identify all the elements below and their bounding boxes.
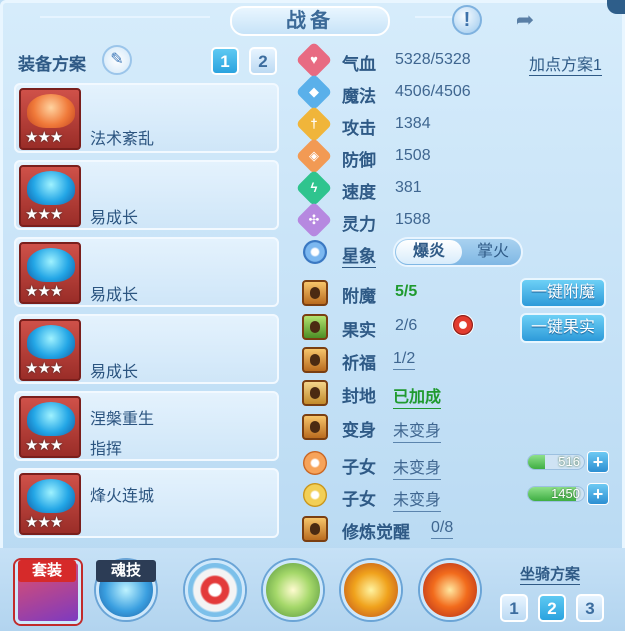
transform-icon bbox=[302, 414, 328, 440]
child-1-value[interactable]: 未变身 bbox=[393, 454, 442, 480]
share-icon[interactable]: ➦ bbox=[510, 5, 540, 35]
spirit-label: 灵力 bbox=[342, 215, 376, 234]
constellation-toggle[interactable]: 爆炎 掌火 bbox=[393, 237, 523, 267]
add-points-plan-link[interactable]: 加点方案1 bbox=[529, 51, 602, 76]
mp-value: 4506/4506 bbox=[395, 83, 471, 100]
equipment-slot-3[interactable]: ★★★ 易成长 bbox=[14, 237, 279, 307]
enchant-value: 5/5 bbox=[395, 283, 418, 300]
mount-plan-2-button[interactable]: 2 bbox=[538, 594, 566, 622]
transform-value[interactable]: 未变身 bbox=[393, 417, 442, 443]
constellation-label[interactable]: 星象 bbox=[342, 242, 376, 268]
equipment-special: 涅槃重生 bbox=[90, 411, 155, 428]
armor-icon: ★★★ bbox=[19, 319, 81, 381]
window-title: 战备 bbox=[230, 6, 390, 36]
equipment-effect: 易成长 bbox=[90, 210, 139, 227]
fief-icon bbox=[302, 380, 328, 406]
set-label: 套装 bbox=[18, 560, 76, 582]
child-2-plus-button[interactable]: + bbox=[587, 483, 609, 505]
equipment-plan-1-button[interactable]: 1 bbox=[211, 47, 239, 75]
child-1-plus-button[interactable]: + bbox=[587, 451, 609, 473]
edit-pen-icon[interactable]: ✎ bbox=[102, 45, 132, 75]
attack-label: 攻击 bbox=[342, 119, 376, 138]
one-click-enchant-button[interactable]: 一键附魔 bbox=[520, 278, 606, 308]
mp-label: 魔法 bbox=[342, 87, 376, 106]
constellation-option-blaze[interactable]: 爆炎 bbox=[396, 240, 462, 264]
equipment-slot-6[interactable]: ★★★ 烽火连城 bbox=[14, 468, 279, 538]
fruit-value: 2/6 bbox=[395, 317, 418, 334]
helmet-icon: ★★★ bbox=[19, 165, 81, 227]
equipment-slot-5[interactable]: ★★★ 涅槃重生 指挥 bbox=[14, 391, 279, 461]
blessing-value[interactable]: 1/2 bbox=[393, 350, 416, 370]
speed-value: 381 bbox=[395, 179, 422, 196]
child-2-bar: 1450 bbox=[527, 486, 585, 502]
cultivation-value[interactable]: 0/8 bbox=[431, 519, 454, 539]
blessing-icon bbox=[302, 347, 328, 373]
equipment-slot-2[interactable]: ★★★ 易成长 bbox=[14, 160, 279, 230]
necklace-icon: ★★★ bbox=[19, 242, 81, 304]
equipment-effect: 易成长 bbox=[90, 364, 139, 381]
help-icon[interactable]: ! bbox=[452, 5, 482, 35]
boots-icon: ★★★ bbox=[19, 473, 81, 535]
one-click-fruit-button[interactable]: 一键果实 bbox=[520, 313, 606, 343]
fief-value[interactable]: 已加成 bbox=[393, 383, 442, 409]
enchant-icon bbox=[302, 280, 328, 306]
enchant-label: 附魔 bbox=[342, 287, 376, 306]
child-1-label: 子女 bbox=[342, 458, 376, 477]
fruit-orb-icon[interactable] bbox=[452, 314, 474, 336]
blessing-label: 祈福 bbox=[342, 354, 376, 373]
title-ornament-left bbox=[40, 16, 210, 18]
fire-orb-icon[interactable] bbox=[420, 560, 480, 620]
child-2-value[interactable]: 未变身 bbox=[393, 486, 442, 512]
child-icon bbox=[303, 451, 327, 475]
belt-icon: ★★★ bbox=[19, 396, 81, 458]
hp-label: 气血 bbox=[342, 55, 376, 74]
transform-label: 变身 bbox=[342, 421, 376, 440]
mana-icon: ◆ bbox=[295, 73, 333, 111]
defense-label: 防御 bbox=[342, 151, 376, 170]
title-ornament-right bbox=[415, 16, 455, 18]
equipment-plan-2-button[interactable]: 2 bbox=[249, 47, 277, 75]
spirit-icon: ✣ bbox=[295, 201, 333, 239]
cultivation-label: 修炼觉醒 bbox=[342, 523, 410, 542]
hp-value: 5328/5328 bbox=[395, 51, 471, 68]
attack-value: 1384 bbox=[395, 115, 431, 132]
sword-icon: † bbox=[295, 105, 333, 143]
mount-plan-1-button[interactable]: 1 bbox=[500, 594, 528, 622]
equipment-effect: 法术紊乱 bbox=[90, 131, 155, 148]
shield-icon: ◈ bbox=[295, 137, 333, 175]
spirit-value: 1588 bbox=[395, 211, 431, 228]
constellation-icon bbox=[303, 240, 327, 264]
fruit-label: 果实 bbox=[342, 321, 376, 340]
weapon-icon: ★★★ bbox=[19, 88, 81, 150]
equipment-special: 烽火连城 bbox=[90, 488, 155, 505]
soul-skill-label: 魂技 bbox=[96, 560, 156, 582]
equipment-effect: 指挥 bbox=[90, 441, 123, 458]
fruit-icon bbox=[302, 314, 328, 340]
equipment-slot-1[interactable]: ★★★ 法术紊乱 bbox=[14, 83, 279, 153]
mount-plan-label: 坐骑方案 bbox=[520, 563, 581, 585]
flame-orb-icon[interactable] bbox=[341, 560, 401, 620]
spirit-orb-icon[interactable] bbox=[263, 560, 323, 620]
heart-icon: ♥ bbox=[295, 41, 333, 79]
lightning-icon: ϟ bbox=[295, 169, 333, 207]
fief-label: 封地 bbox=[342, 387, 376, 406]
speed-label: 速度 bbox=[342, 183, 376, 202]
constellation-option-fire[interactable]: 掌火 bbox=[465, 240, 521, 264]
defense-value: 1508 bbox=[395, 147, 431, 164]
rune-orb-icon[interactable] bbox=[185, 560, 245, 620]
equipment-slot-4[interactable]: ★★★ 易成长 bbox=[14, 314, 279, 384]
cultivation-icon bbox=[302, 516, 328, 542]
equipment-plan-header: 装备方案 bbox=[18, 55, 86, 74]
child-2-label: 子女 bbox=[342, 490, 376, 509]
child-1-bar: 516 bbox=[527, 454, 585, 470]
equipment-effect: 易成长 bbox=[90, 287, 139, 304]
mount-plan-3-button[interactable]: 3 bbox=[576, 594, 604, 622]
child-icon bbox=[303, 483, 327, 507]
